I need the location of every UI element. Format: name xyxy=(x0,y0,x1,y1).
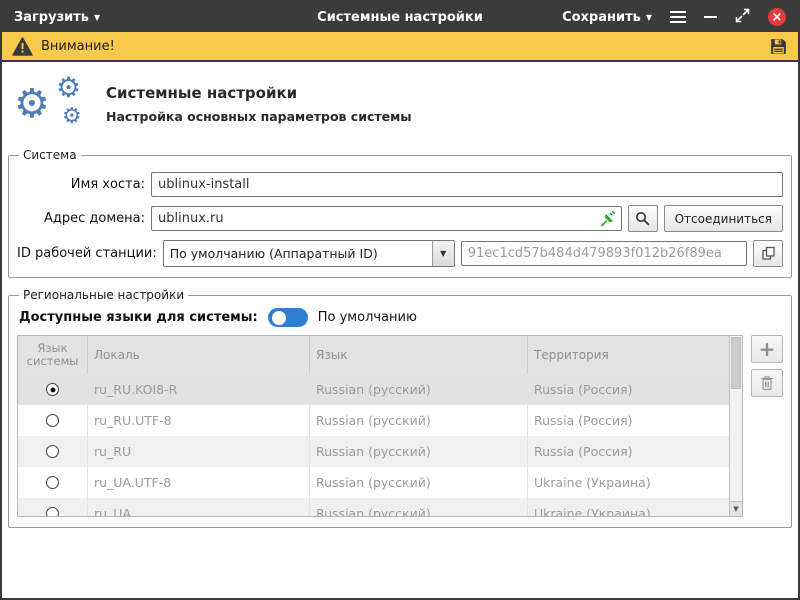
locale-table: Язык системы Локаль Язык Территория ru_R… xyxy=(17,335,743,517)
load-menu-label: Загрузить xyxy=(14,10,89,25)
trash-icon xyxy=(760,375,774,391)
titlebar: Загрузить ▼ Системные настройки Сохранит… xyxy=(2,2,798,32)
app-window: Загрузить ▼ Системные настройки Сохранит… xyxy=(0,0,800,600)
warning-text: Внимание! xyxy=(41,39,115,54)
minimize-icon xyxy=(704,16,717,18)
close-button[interactable]: × xyxy=(768,8,786,26)
cell-territory: Ukraine (Украина) xyxy=(528,467,729,498)
station-id-mode-value: По умолчанию (Аппаратный ID) xyxy=(164,246,432,261)
expand-icon xyxy=(735,8,750,23)
regional-section: Региональные настройки Доступные языки д… xyxy=(8,288,792,528)
toggle-knob xyxy=(272,311,286,325)
page-subtitle: Настройка основных параметров системы xyxy=(106,109,412,124)
cell-locale: ru_RU xyxy=(88,436,310,467)
hostname-label: Имя хоста: xyxy=(17,177,145,192)
table-row[interactable]: ru_RU.UTF-8Russian (русский)Russia (Росс… xyxy=(18,405,729,436)
scrollbar-thumb[interactable] xyxy=(731,337,741,389)
table-row[interactable]: ru_UARussian (русский)Ukraine (Украина) xyxy=(18,498,729,517)
system-section: Система Имя хоста: Адрес домена: xyxy=(8,148,792,278)
delete-locale-button[interactable] xyxy=(751,369,783,397)
save-file-button[interactable] xyxy=(769,37,788,56)
regional-section-legend: Региональные настройки xyxy=(19,288,188,302)
chevron-down-icon: ▼ xyxy=(646,14,652,22)
default-label: По умолчанию xyxy=(318,310,417,325)
station-id-label: ID рабочей станции: xyxy=(17,246,157,261)
floppy-icon xyxy=(769,37,788,56)
cell-territory: Russia (Россия) xyxy=(528,436,729,467)
minimize-button[interactable] xyxy=(704,16,717,18)
locale-table-header: Язык системы Локаль Язык Территория xyxy=(18,336,729,374)
disconnect-button[interactable]: Отсоединиться xyxy=(664,205,783,232)
save-menu-label: Сохранить xyxy=(562,10,641,25)
gears-icon: ⚙ ⚙ ⚙ xyxy=(10,76,106,138)
column-header-system-language[interactable]: Язык системы xyxy=(18,336,88,374)
row-radio-cell[interactable] xyxy=(18,436,88,467)
station-id-mode-select[interactable]: По умолчанию (Аппаратный ID) ▼ xyxy=(163,240,455,267)
connected-plug-icon xyxy=(600,211,616,231)
page-title: Системные настройки xyxy=(106,84,412,102)
chevron-down-icon[interactable]: ▼ xyxy=(432,241,454,266)
load-menu-button[interactable]: Загрузить ▼ xyxy=(14,10,100,25)
cell-locale: ru_RU.KOI8-R xyxy=(88,374,310,405)
station-id-value-field xyxy=(461,241,747,266)
table-side-buttons: + xyxy=(751,335,783,397)
row-radio-cell[interactable] xyxy=(18,405,88,436)
copy-icon xyxy=(761,246,776,261)
cell-language: Russian (русский) xyxy=(310,467,528,498)
add-locale-button[interactable]: + xyxy=(751,335,783,363)
warning-bar: Внимание! xyxy=(2,32,798,62)
cell-territory: Russia (Россия) xyxy=(528,374,729,405)
system-language-radio[interactable] xyxy=(46,507,59,517)
table-row[interactable]: ru_UA.UTF-8Russian (русский)Ukraine (Укр… xyxy=(18,467,729,498)
system-language-radio[interactable] xyxy=(46,414,59,427)
plus-icon: + xyxy=(759,339,776,359)
column-header-territory[interactable]: Территория xyxy=(528,336,729,374)
table-row[interactable]: ru_RURussian (русский)Russia (Россия) xyxy=(18,436,729,467)
system-language-radio[interactable] xyxy=(46,476,59,489)
table-row[interactable]: ru_RU.KOI8-RRussian (русский)Russia (Рос… xyxy=(18,374,729,405)
system-language-radio[interactable] xyxy=(46,383,59,396)
domain-input[interactable] xyxy=(151,206,622,231)
cell-language: Russian (русский) xyxy=(310,498,528,517)
column-header-language[interactable]: Язык xyxy=(310,336,528,374)
locale-table-body: ru_RU.KOI8-RRussian (русский)Russia (Рос… xyxy=(18,374,729,517)
system-language-radio[interactable] xyxy=(46,445,59,458)
titlebar-controls: Сохранить ▼ × xyxy=(562,8,786,27)
cell-language: Russian (русский) xyxy=(310,436,528,467)
cell-locale: ru_RU.UTF-8 xyxy=(88,405,310,436)
row-radio-cell[interactable] xyxy=(18,374,88,405)
system-section-legend: Система xyxy=(19,148,81,162)
window-title: Системные настройки xyxy=(317,10,483,25)
scroll-down-icon: ▼ xyxy=(733,505,738,513)
menu-icon[interactable] xyxy=(670,11,686,23)
cell-language: Russian (русский) xyxy=(310,405,528,436)
table-scrollbar[interactable]: ▼ xyxy=(729,336,742,516)
maximize-button[interactable] xyxy=(735,8,750,27)
cell-language: Russian (русский) xyxy=(310,374,528,405)
chevron-down-icon: ▼ xyxy=(94,14,100,22)
close-x-icon: × xyxy=(772,11,783,24)
app-header: ⚙ ⚙ ⚙ Системные настройки Настройка осно… xyxy=(10,76,788,138)
cell-territory: Ukraine (Украина) xyxy=(528,498,729,517)
main-panel: ⚙ ⚙ ⚙ Системные настройки Настройка осно… xyxy=(2,64,798,598)
cell-locale: ru_UA xyxy=(88,498,310,517)
row-radio-cell[interactable] xyxy=(18,467,88,498)
search-domain-button[interactable] xyxy=(628,205,658,232)
search-icon xyxy=(635,211,650,226)
row-radio-cell[interactable] xyxy=(18,498,88,517)
domain-label: Адрес домена: xyxy=(17,211,145,226)
languages-label: Доступные языки для системы: xyxy=(19,310,258,325)
copy-id-button[interactable] xyxy=(753,240,783,267)
column-header-locale[interactable]: Локаль xyxy=(88,336,310,374)
scroll-down-button[interactable]: ▼ xyxy=(730,501,742,516)
languages-toggle[interactable] xyxy=(268,308,308,327)
save-menu-button[interactable]: Сохранить ▼ xyxy=(562,10,652,25)
cell-territory: Russia (Россия) xyxy=(528,405,729,436)
cell-locale: ru_UA.UTF-8 xyxy=(88,467,310,498)
hostname-input[interactable] xyxy=(151,172,783,197)
warning-icon xyxy=(12,37,33,56)
